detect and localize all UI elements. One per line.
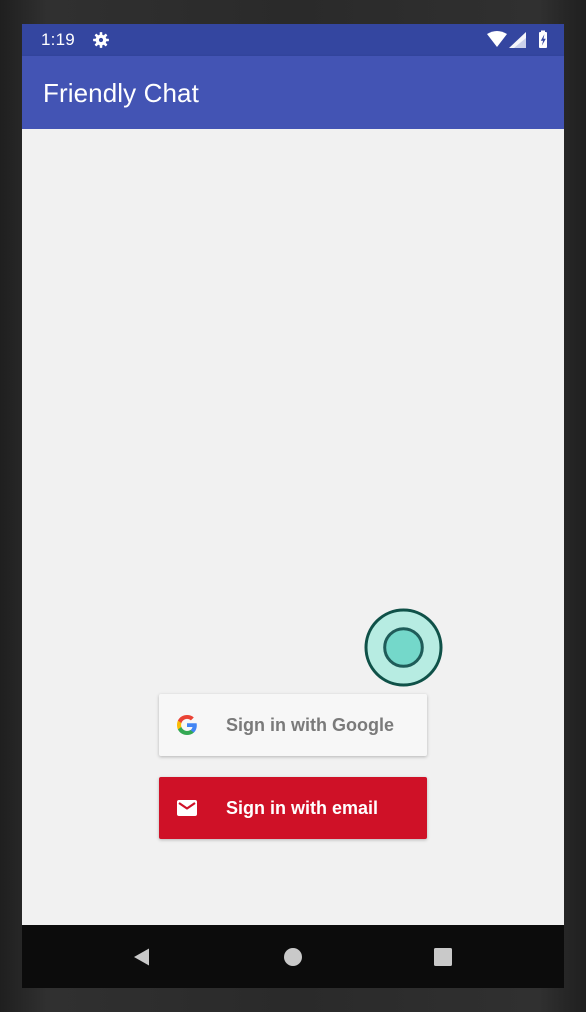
sign-in-with-google-label: Sign in with Google [226,715,394,735]
navigation-bar [22,925,564,988]
app-screen: 1:19 Friendly Chat Sign in with Google S… [22,24,564,988]
sign-in-with-email-button[interactable]: Sign in with email [159,777,427,839]
gear-icon [93,32,109,48]
app-bar: Friendly Chat [22,56,564,129]
status-time: 1:19 [41,30,75,49]
recents-square-icon[interactable] [431,945,455,969]
battery-charging-icon [539,30,547,48]
back-triangle-icon[interactable] [129,945,153,969]
sign-in-with-email-label: Sign in with email [226,798,379,818]
status-bar: 1:19 [22,24,564,56]
status-icons [487,30,547,48]
touch-indicator [364,608,443,687]
sign-in-with-google-button[interactable]: Sign in with Google [159,694,427,756]
mail-icon [177,800,197,816]
android-device-frame: 1:19 Friendly Chat Sign in with Google S… [0,0,586,1012]
wifi-icon [487,31,507,47]
home-circle-icon[interactable] [281,945,305,969]
app-title: Friendly Chat [43,78,199,108]
google-logo-icon [177,715,197,735]
